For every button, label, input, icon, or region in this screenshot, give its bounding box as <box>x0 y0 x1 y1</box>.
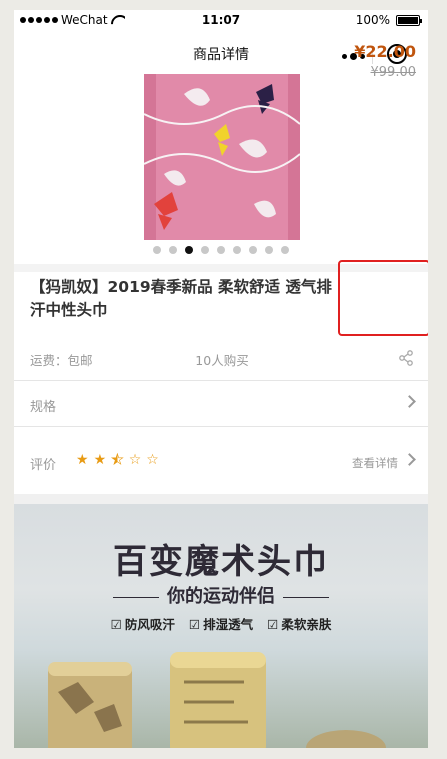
star-empty-icon: ☆ <box>146 452 159 468</box>
original-price: ¥99.00 <box>370 65 417 80</box>
chevron-right-icon <box>403 453 416 466</box>
battery-percent: 100% <box>355 13 390 27</box>
pager-dot[interactable] <box>153 246 161 254</box>
feature-item: 排湿透气 <box>189 614 253 633</box>
price-highlight <box>338 260 428 336</box>
image-pager <box>14 246 428 254</box>
banner-headline: 百变魔术头巾 <box>113 542 329 582</box>
banner-subline: 你的运动伴侣 <box>14 582 428 608</box>
share-icon[interactable] <box>398 350 414 366</box>
section-gap <box>14 494 428 504</box>
feature-list: 防风吸汗 排湿透气 柔软亲肤 <box>14 614 428 633</box>
meta-row: 运费：包邮 10人购买 <box>30 350 414 370</box>
pager-dot-active[interactable] <box>185 246 193 254</box>
star-full-icon: ★ <box>93 452 107 468</box>
status-bar: WeChat 11:07 100% <box>14 10 428 30</box>
phone-screen: WeChat 11:07 100% 商品详情 【犸凯奴】2019春季新品 柔软舒… <box>14 10 428 748</box>
pager-dot[interactable] <box>217 246 225 254</box>
divider <box>14 426 428 427</box>
pager-dot[interactable] <box>233 246 241 254</box>
scarf-image <box>144 74 300 240</box>
star-half-icon: ★ <box>111 452 124 469</box>
pager-dot[interactable] <box>265 246 273 254</box>
star-full-icon: ★ <box>76 452 89 468</box>
spec-label: 规格 <box>30 400 57 415</box>
spec-row[interactable]: 规格 <box>30 382 416 426</box>
product-title: 【犸凯奴】2019春季新品 柔软舒适 透气排汗中性头巾 <box>30 278 332 319</box>
feature-item: 防风吸汗 <box>111 614 175 633</box>
current-price: ¥22.00 <box>354 42 416 61</box>
pager-dot[interactable] <box>249 246 257 254</box>
chevron-right-icon <box>403 395 416 408</box>
battery-icon <box>396 14 422 26</box>
view-details-link[interactable]: 查看详情 <box>352 455 398 471</box>
pager-dot[interactable] <box>281 246 289 254</box>
product-image[interactable] <box>14 74 428 240</box>
feature-item: 柔软亲肤 <box>267 614 331 633</box>
divider <box>14 380 428 381</box>
rating-stars: ★ ★ ★ ☆ ☆ <box>76 452 159 469</box>
promo-banner: 百变魔术头巾 你的运动伴侣 防风吸汗 排湿透气 柔软亲肤 <box>14 504 428 748</box>
review-row[interactable]: 评价 ★ ★ ★ ☆ ☆ 查看详情 <box>30 440 416 484</box>
pager-dot[interactable] <box>201 246 209 254</box>
review-label: 评价 <box>30 458 57 473</box>
sold-count: 10人购买 <box>195 353 249 368</box>
pager-dot[interactable] <box>169 246 177 254</box>
star-empty-icon: ☆ <box>128 452 142 468</box>
banner-product-image <box>48 652 386 748</box>
